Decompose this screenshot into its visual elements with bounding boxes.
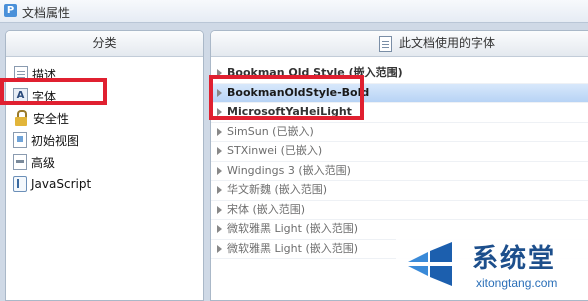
watermark-title: 系统堂 bbox=[472, 244, 557, 274]
watermark: 系统堂 xitongtang.com bbox=[396, 232, 588, 299]
font-name: BookmanOldStyle-Bold bbox=[227, 85, 370, 99]
expand-triangle-icon[interactable] bbox=[217, 108, 222, 116]
fonts-header: 此文档使用的字体 bbox=[211, 31, 588, 57]
font-row[interactable]: Bookman Old Style (嵌入范围) bbox=[211, 64, 588, 84]
font-name: 宋体 (嵌入范围) bbox=[227, 202, 306, 216]
category-label: 高级 bbox=[31, 155, 56, 170]
category-item-fonts[interactable]: A 字体 bbox=[6, 85, 203, 107]
category-panel: 分类 描述 A 字体 安全性 初始视图 高级 JavaScript bbox=[5, 30, 204, 301]
category-item-security[interactable]: 安全性 bbox=[6, 107, 203, 129]
category-label: 字体 bbox=[32, 89, 57, 104]
document-icon bbox=[379, 36, 392, 52]
font-list: Bookman Old Style (嵌入范围) BookmanOldStyle… bbox=[211, 57, 588, 259]
category-list: 描述 A 字体 安全性 初始视图 高级 JavaScript bbox=[6, 57, 203, 195]
font-name: MicrosoftYaHeiLight bbox=[227, 105, 352, 118]
category-label: 描述 bbox=[32, 67, 57, 82]
expand-triangle-icon[interactable] bbox=[217, 147, 222, 155]
font-name: 华文新魏 (嵌入范围) bbox=[227, 183, 328, 196]
font-name: 微软雅黑 Light (嵌入范围) bbox=[227, 241, 359, 255]
expand-triangle-icon[interactable] bbox=[217, 88, 222, 97]
font-row[interactable]: 华文新魏 (嵌入范围) bbox=[211, 181, 588, 201]
font-name: Bookman Old Style (嵌入范围) bbox=[227, 66, 403, 79]
javascript-icon bbox=[13, 176, 27, 192]
initial-view-icon bbox=[13, 132, 27, 148]
font-row[interactable]: MicrosoftYaHeiLight bbox=[211, 103, 588, 123]
font-name: Wingdings 3 (嵌入范围) bbox=[227, 163, 351, 177]
font-row-selected[interactable]: BookmanOldStyle-Bold bbox=[211, 83, 588, 103]
category-item-description[interactable]: 描述 bbox=[6, 63, 203, 85]
category-item-initial-view[interactable]: 初始视图 bbox=[6, 129, 203, 151]
watermark-url: xitongtang.com bbox=[476, 276, 558, 290]
expand-triangle-icon[interactable] bbox=[217, 69, 222, 77]
category-item-advanced[interactable]: 高级 bbox=[6, 151, 203, 173]
font-row[interactable]: STXinwei (已嵌入) bbox=[211, 142, 588, 162]
expand-triangle-icon[interactable] bbox=[217, 205, 222, 214]
category-item-javascript[interactable]: JavaScript bbox=[6, 173, 203, 195]
font-row[interactable]: 宋体 (嵌入范围) bbox=[211, 201, 588, 220]
advanced-icon bbox=[13, 154, 27, 170]
font-name: 微软雅黑 Light (嵌入范围) bbox=[227, 222, 359, 235]
expand-triangle-icon[interactable] bbox=[217, 244, 222, 253]
font-name: SimSun (已嵌入) bbox=[227, 124, 314, 138]
window-title: 文档属性 bbox=[22, 6, 71, 20]
category-label: 初始视图 bbox=[31, 133, 80, 148]
expand-triangle-icon[interactable] bbox=[217, 166, 222, 175]
expand-triangle-icon[interactable] bbox=[217, 186, 222, 194]
windows-logo-icon bbox=[408, 242, 452, 286]
title-bar: P 文档属性 bbox=[0, 0, 588, 23]
lock-icon bbox=[13, 110, 29, 126]
font-row[interactable]: SimSun (已嵌入) bbox=[211, 123, 588, 142]
pdf-app-icon: P bbox=[4, 4, 17, 17]
font-icon: A bbox=[13, 88, 28, 104]
category-header: 分类 bbox=[6, 31, 203, 57]
fonts-header-title: 此文档使用的字体 bbox=[399, 36, 496, 50]
font-name: STXinwei (已嵌入) bbox=[227, 144, 323, 157]
expand-triangle-icon[interactable] bbox=[217, 127, 222, 136]
category-label: 安全性 bbox=[33, 111, 70, 126]
description-icon bbox=[14, 66, 28, 82]
expand-triangle-icon[interactable] bbox=[217, 225, 222, 233]
category-label: JavaScript bbox=[31, 177, 92, 191]
font-row[interactable]: Wingdings 3 (嵌入范围) bbox=[211, 162, 588, 181]
